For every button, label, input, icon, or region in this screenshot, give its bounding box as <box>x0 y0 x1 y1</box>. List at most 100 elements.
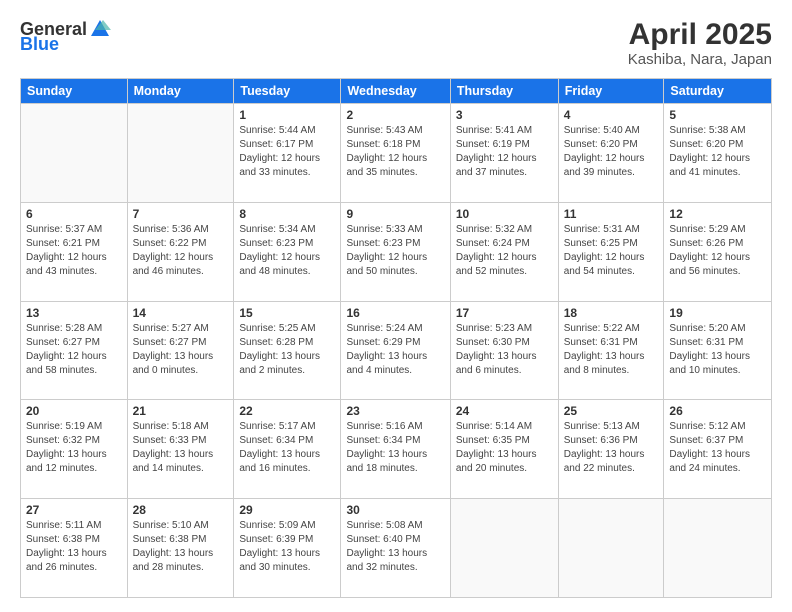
day-number: 16 <box>346 306 444 320</box>
calendar-cell: 28 Sunrise: 5:10 AM Sunset: 6:38 PM Dayli… <box>127 499 234 598</box>
day-number: 4 <box>564 108 659 122</box>
title-block: April 2025 Kashiba, Nara, Japan <box>628 18 772 68</box>
header-wednesday: Wednesday <box>341 79 450 104</box>
day-info: Sunrise: 5:40 AM Sunset: 6:20 PM Dayligh… <box>564 124 659 180</box>
day-number: 9 <box>346 207 444 221</box>
header-tuesday: Tuesday <box>234 79 341 104</box>
day-info: Sunrise: 5:36 AM Sunset: 6:22 PM Dayligh… <box>133 223 229 279</box>
calendar-cell: 24 Sunrise: 5:14 AM Sunset: 6:35 PM Dayli… <box>450 400 558 499</box>
day-number: 3 <box>456 108 553 122</box>
day-number: 8 <box>239 207 335 221</box>
day-number: 11 <box>564 207 659 221</box>
main-title: April 2025 <box>628 18 772 51</box>
day-info: Sunrise: 5:09 AM Sunset: 6:39 PM Dayligh… <box>239 519 335 575</box>
calendar-cell: 14 Sunrise: 5:27 AM Sunset: 6:27 PM Dayli… <box>127 301 234 400</box>
day-number: 22 <box>239 404 335 418</box>
day-info: Sunrise: 5:33 AM Sunset: 6:23 PM Dayligh… <box>346 223 444 279</box>
weekday-header-row: Sunday Monday Tuesday Wednesday Thursday… <box>21 79 772 104</box>
calendar-cell: 23 Sunrise: 5:16 AM Sunset: 6:34 PM Dayli… <box>341 400 450 499</box>
calendar-cell <box>664 499 772 598</box>
calendar-cell: 18 Sunrise: 5:22 AM Sunset: 6:31 PM Dayli… <box>558 301 664 400</box>
day-info: Sunrise: 5:11 AM Sunset: 6:38 PM Dayligh… <box>26 519 122 575</box>
day-info: Sunrise: 5:24 AM Sunset: 6:29 PM Dayligh… <box>346 322 444 378</box>
day-info: Sunrise: 5:23 AM Sunset: 6:30 PM Dayligh… <box>456 322 553 378</box>
calendar-cell: 26Sunrise: 5:12 AM Sunset: 6:37 PM Dayli… <box>664 400 772 499</box>
calendar-cell: 25Sunrise: 5:13 AM Sunset: 6:36 PM Dayli… <box>558 400 664 499</box>
calendar-cell: 17 Sunrise: 5:23 AM Sunset: 6:30 PM Dayli… <box>450 301 558 400</box>
calendar-cell: 8 Sunrise: 5:34 AM Sunset: 6:23 PM Daylig… <box>234 202 341 301</box>
day-number: 25 <box>564 404 659 418</box>
day-number: 24 <box>456 404 553 418</box>
calendar-cell <box>450 499 558 598</box>
day-number: 15 <box>239 306 335 320</box>
calendar-cell: 12Sunrise: 5:29 AM Sunset: 6:26 PM Dayli… <box>664 202 772 301</box>
calendar-cell: 22 Sunrise: 5:17 AM Sunset: 6:34 PM Dayli… <box>234 400 341 499</box>
day-info: Sunrise: 5:19 AM Sunset: 6:32 PM Dayligh… <box>26 420 122 476</box>
day-info: Sunrise: 5:29 AM Sunset: 6:26 PM Dayligh… <box>669 223 766 279</box>
logo-icon <box>89 18 111 40</box>
calendar-cell <box>558 499 664 598</box>
calendar-cell: 5 Sunrise: 5:38 AM Sunset: 6:20 PM Daylig… <box>664 104 772 203</box>
day-number: 19 <box>669 306 766 320</box>
day-info: Sunrise: 5:32 AM Sunset: 6:24 PM Dayligh… <box>456 223 553 279</box>
header-sunday: Sunday <box>21 79 128 104</box>
header-saturday: Saturday <box>664 79 772 104</box>
day-info: Sunrise: 5:34 AM Sunset: 6:23 PM Dayligh… <box>239 223 335 279</box>
day-info: Sunrise: 5:25 AM Sunset: 6:28 PM Dayligh… <box>239 322 335 378</box>
day-info: Sunrise: 5:44 AM Sunset: 6:17 PM Dayligh… <box>239 124 335 180</box>
calendar-week-2: 6 Sunrise: 5:37 AM Sunset: 6:21 PM Daylig… <box>21 202 772 301</box>
sub-title: Kashiba, Nara, Japan <box>628 51 772 68</box>
day-info: Sunrise: 5:43 AM Sunset: 6:18 PM Dayligh… <box>346 124 444 180</box>
day-info: Sunrise: 5:08 AM Sunset: 6:40 PM Dayligh… <box>346 519 444 575</box>
logo-blue: Blue <box>20 34 59 55</box>
day-info: Sunrise: 5:12 AM Sunset: 6:37 PM Dayligh… <box>669 420 766 476</box>
day-info: Sunrise: 5:37 AM Sunset: 6:21 PM Dayligh… <box>26 223 122 279</box>
day-info: Sunrise: 5:20 AM Sunset: 6:31 PM Dayligh… <box>669 322 766 378</box>
day-number: 2 <box>346 108 444 122</box>
day-info: Sunrise: 5:16 AM Sunset: 6:34 PM Dayligh… <box>346 420 444 476</box>
day-number: 29 <box>239 503 335 517</box>
calendar-cell <box>127 104 234 203</box>
day-number: 23 <box>346 404 444 418</box>
day-info: Sunrise: 5:41 AM Sunset: 6:19 PM Dayligh… <box>456 124 553 180</box>
day-number: 1 <box>239 108 335 122</box>
calendar-week-5: 27 Sunrise: 5:11 AM Sunset: 6:38 PM Dayli… <box>21 499 772 598</box>
calendar-cell: 1 Sunrise: 5:44 AM Sunset: 6:17 PM Daylig… <box>234 104 341 203</box>
day-info: Sunrise: 5:10 AM Sunset: 6:38 PM Dayligh… <box>133 519 229 575</box>
day-info: Sunrise: 5:14 AM Sunset: 6:35 PM Dayligh… <box>456 420 553 476</box>
logo: General Blue <box>20 18 111 55</box>
calendar-cell: 27 Sunrise: 5:11 AM Sunset: 6:38 PM Dayli… <box>21 499 128 598</box>
day-number: 10 <box>456 207 553 221</box>
day-number: 7 <box>133 207 229 221</box>
calendar-cell: 13 Sunrise: 5:28 AM Sunset: 6:27 PM Dayli… <box>21 301 128 400</box>
calendar-cell: 30Sunrise: 5:08 AM Sunset: 6:40 PM Dayli… <box>341 499 450 598</box>
header-friday: Friday <box>558 79 664 104</box>
page: General Blue April 2025 Kashiba, Nara, J… <box>0 0 792 612</box>
calendar-cell: 19 Sunrise: 5:20 AM Sunset: 6:31 PM Dayli… <box>664 301 772 400</box>
calendar-cell: 7 Sunrise: 5:36 AM Sunset: 6:22 PM Daylig… <box>127 202 234 301</box>
day-info: Sunrise: 5:31 AM Sunset: 6:25 PM Dayligh… <box>564 223 659 279</box>
header-thursday: Thursday <box>450 79 558 104</box>
day-info: Sunrise: 5:27 AM Sunset: 6:27 PM Dayligh… <box>133 322 229 378</box>
day-number: 21 <box>133 404 229 418</box>
calendar-cell: 11 Sunrise: 5:31 AM Sunset: 6:25 PM Dayli… <box>558 202 664 301</box>
calendar-cell: 10 Sunrise: 5:32 AM Sunset: 6:24 PM Dayli… <box>450 202 558 301</box>
header-monday: Monday <box>127 79 234 104</box>
day-info: Sunrise: 5:22 AM Sunset: 6:31 PM Dayligh… <box>564 322 659 378</box>
day-number: 14 <box>133 306 229 320</box>
calendar-cell: 4 Sunrise: 5:40 AM Sunset: 6:20 PM Daylig… <box>558 104 664 203</box>
day-number: 28 <box>133 503 229 517</box>
day-number: 27 <box>26 503 122 517</box>
day-number: 18 <box>564 306 659 320</box>
day-info: Sunrise: 5:17 AM Sunset: 6:34 PM Dayligh… <box>239 420 335 476</box>
day-number: 17 <box>456 306 553 320</box>
day-number: 6 <box>26 207 122 221</box>
day-info: Sunrise: 5:28 AM Sunset: 6:27 PM Dayligh… <box>26 322 122 378</box>
calendar: Sunday Monday Tuesday Wednesday Thursday… <box>20 78 772 598</box>
day-number: 13 <box>26 306 122 320</box>
day-info: Sunrise: 5:38 AM Sunset: 6:20 PM Dayligh… <box>669 124 766 180</box>
calendar-week-1: 1 Sunrise: 5:44 AM Sunset: 6:17 PM Daylig… <box>21 104 772 203</box>
day-number: 5 <box>669 108 766 122</box>
calendar-week-3: 13 Sunrise: 5:28 AM Sunset: 6:27 PM Dayli… <box>21 301 772 400</box>
calendar-cell: 16 Sunrise: 5:24 AM Sunset: 6:29 PM Dayli… <box>341 301 450 400</box>
